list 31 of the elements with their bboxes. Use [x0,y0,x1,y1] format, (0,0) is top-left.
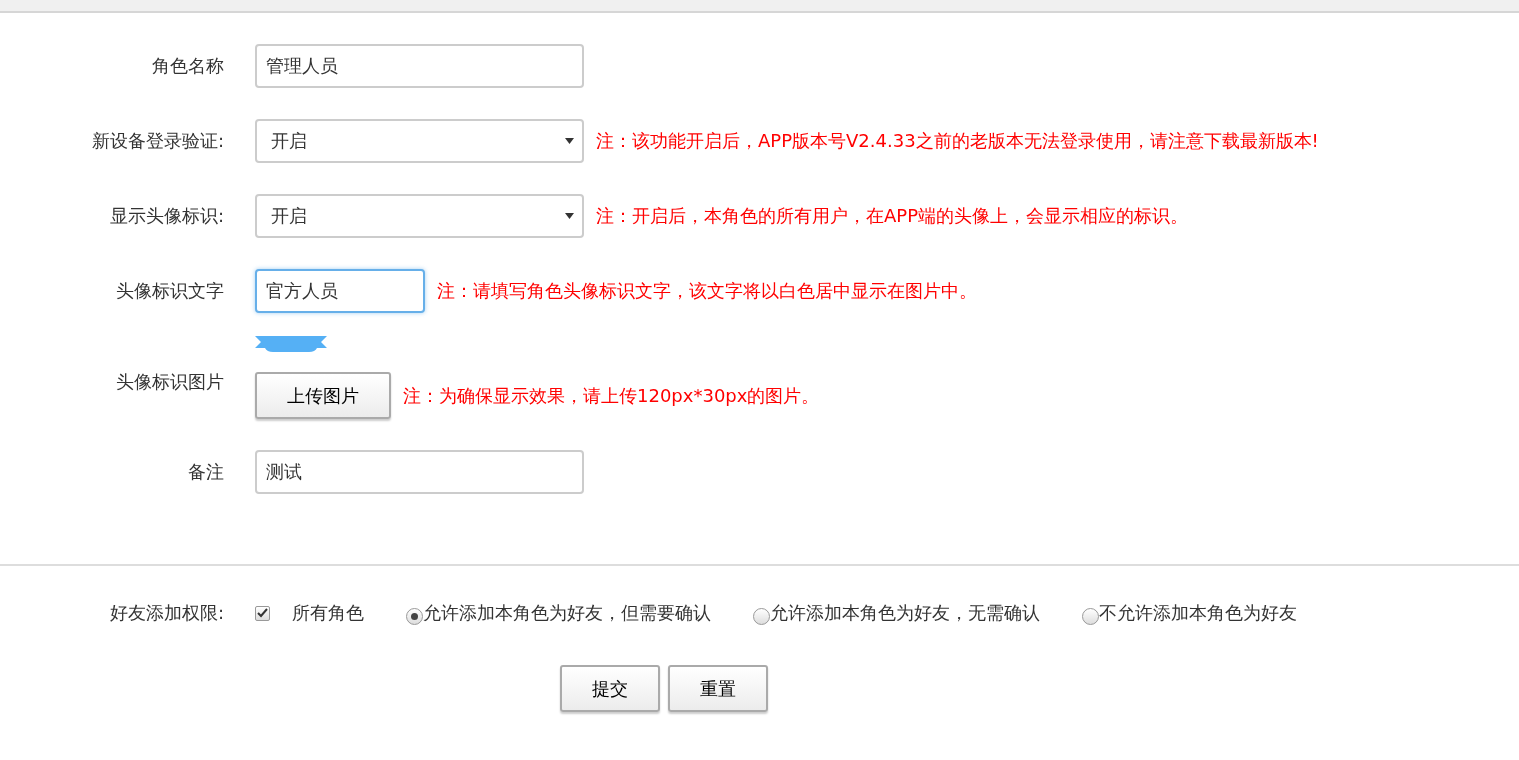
radio-label: 允许添加本角色为好友，但需要确认 [423,601,711,625]
field-label: 好友添加权限: [108,601,224,625]
caret-icon [565,138,574,144]
text-field[interactable]: 官方人员 [255,269,425,313]
upload-button[interactable]: 上传图片 [255,372,391,419]
radio-label: 允许添加本角色为好友，无需确认 [770,601,1040,625]
text-field[interactable]: 管理人员 [255,44,584,88]
radio-button[interactable] [1082,607,1099,625]
checkbox-label: 所有角色 [292,601,364,625]
field-label: 备注 [187,460,224,484]
select-dropdown[interactable]: 开启 [255,194,584,238]
ribbon-image [255,336,327,352]
field-label: 头像标识图片 [115,369,224,394]
form-button[interactable]: 提交 [560,665,660,712]
form-button[interactable]: 重置 [668,665,768,712]
field-label: 新设备登录验证: [90,129,224,153]
field-label: 显示头像标识: [108,204,224,228]
note-text: 注：请填写角色头像标识文字，该文字将以白色居中显示在图片中。 [437,279,977,303]
check-icon [257,608,268,618]
radio-button[interactable] [406,607,423,625]
radio-button[interactable] [753,607,770,625]
field-label: 角色名称 [151,54,224,78]
note-text: 注：为确保显示效果，请上传120px*30px的图片。 [403,383,820,408]
note-text: 注：开启后，本角色的所有用户，在APP端的头像上，会显示相应的标识。 [596,204,1189,228]
field-label: 头像标识文字 [115,279,224,303]
select-dropdown[interactable]: 开启 [255,119,584,163]
note-text: 注：该功能开启后，APP版本号V2.4.33之前的老版本无法登录使用，请注意下载最新版本! [596,129,1319,153]
checkbox[interactable] [255,605,270,621]
text-field[interactable]: 测试 [255,450,584,494]
radio-label: 不允许添加本角色为好友 [1099,601,1297,625]
caret-icon [565,213,574,219]
